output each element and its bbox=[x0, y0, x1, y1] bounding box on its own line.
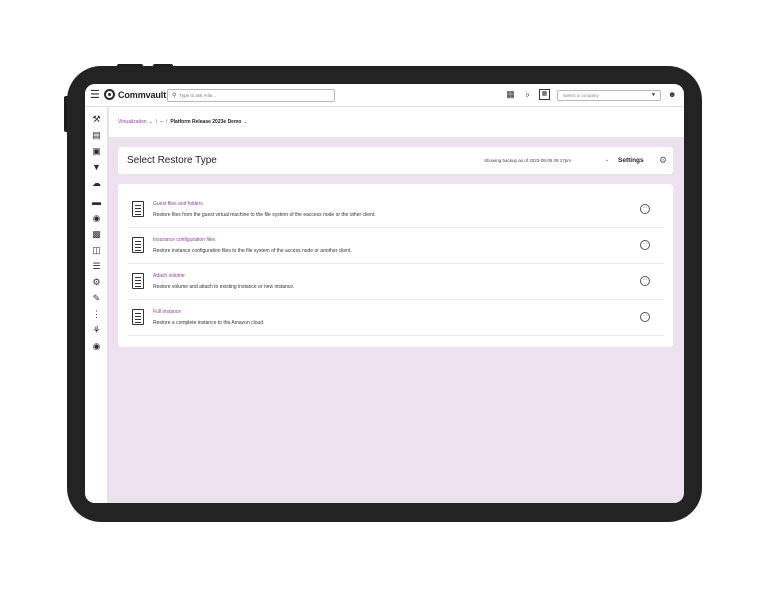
more-icon[interactable]: ⋯ bbox=[640, 312, 650, 322]
hamburger-icon[interactable]: ☰ bbox=[90, 89, 100, 101]
storage-icon[interactable]: ▣ bbox=[90, 145, 103, 157]
calculator-icon[interactable]: ▦ bbox=[505, 89, 516, 100]
brand-name: Commvault bbox=[118, 89, 167, 100]
search-input[interactable] bbox=[179, 93, 320, 98]
apps-icon[interactable]: ⋮ bbox=[90, 308, 103, 320]
document-icon bbox=[129, 237, 144, 259]
chevron-down-icon[interactable]: ⌄ bbox=[243, 119, 247, 125]
globe-icon[interactable]: ◉ bbox=[90, 212, 103, 224]
breadcrumb-separator: / bbox=[155, 119, 158, 125]
more-icon[interactable]: ⋯ bbox=[640, 204, 650, 214]
left-nav: ⚒ ▤ ▣ ▼ ☁ ▬ ◉ ▩ ◫ ☰ ⚙ ✎ ⋮ ⚘ ◉ bbox=[85, 107, 108, 503]
tools-icon[interactable]: ⚒ bbox=[90, 113, 103, 125]
monitor-icon[interactable]: ▩ bbox=[90, 228, 103, 240]
restore-options: Guest files and folders Restore files fr… bbox=[118, 184, 673, 347]
cloud-icon[interactable]: ☁ bbox=[90, 177, 103, 189]
restore-option-config-files[interactable]: Insurance configuration files Restore in… bbox=[128, 228, 664, 264]
option-description: Restore instance configuration files to … bbox=[153, 248, 352, 254]
gear-icon[interactable]: ⚙ bbox=[659, 154, 667, 166]
restore-option-guest-files[interactable]: Guest files and folders Restore files fr… bbox=[128, 192, 664, 228]
breadcrumb-current: Platform Release 2023e Demo bbox=[170, 119, 242, 125]
backup-time-select[interactable]: Showing backup as of 2023-08-05 09:17pm bbox=[484, 158, 571, 163]
bell-icon[interactable]: ♭ bbox=[522, 89, 533, 100]
chevron-down-icon[interactable]: ⌄ bbox=[149, 119, 153, 125]
option-title[interactable]: Attach volume bbox=[153, 273, 185, 279]
dashboard-icon[interactable]: ▤ bbox=[90, 129, 103, 141]
commvault-icon[interactable]: ◉ bbox=[90, 340, 103, 352]
option-description: Restore volume and attach to existing in… bbox=[153, 284, 295, 290]
briefcase-icon[interactable]: ▬ bbox=[90, 196, 103, 208]
option-title[interactable]: Guest files and folders bbox=[153, 201, 203, 207]
breadcrumb-separator: / bbox=[165, 119, 168, 125]
more-icon[interactable]: ⋯ bbox=[640, 240, 650, 250]
option-description: Restore a complete instance to the Amazo… bbox=[153, 320, 265, 326]
option-description: Restore files from the guest virtual mac… bbox=[153, 212, 376, 218]
database-icon[interactable]: ◫ bbox=[90, 244, 103, 256]
settings-icon[interactable]: ⚘ bbox=[90, 324, 103, 336]
app-screen: ☰ Commvault ⚲ ▦ ♭ ▦ Select a company ▼ ☻… bbox=[85, 84, 684, 503]
restore-option-attach-volume[interactable]: Attach volume Restore volume and attach … bbox=[128, 264, 664, 300]
company-select-value: Select a company bbox=[563, 93, 599, 98]
breadcrumb-middle[interactable]: – bbox=[160, 119, 163, 125]
chevron-down-icon[interactable]: ⌄ bbox=[605, 157, 609, 163]
sliders-icon[interactable]: ☰ bbox=[90, 260, 103, 272]
shield-icon[interactable]: ▼ bbox=[90, 161, 103, 173]
document-icon bbox=[129, 201, 144, 223]
option-title[interactable]: Insurance configuration files bbox=[153, 237, 215, 243]
user-icon[interactable]: ☻ bbox=[668, 90, 676, 100]
option-title[interactable]: Full instance bbox=[153, 309, 181, 315]
settings-button[interactable]: Settings bbox=[618, 155, 644, 166]
edit-icon[interactable]: ✎ bbox=[90, 292, 103, 304]
document-icon bbox=[129, 309, 144, 331]
restore-header: Select Restore Type Showing backup as of… bbox=[118, 147, 673, 174]
breadcrumb-virtualization[interactable]: Virtualization bbox=[118, 119, 147, 125]
grid-icon[interactable]: ▦ bbox=[539, 89, 550, 100]
breadcrumb: Virtualization ⌄ / – / Platform Release … bbox=[109, 107, 684, 137]
restore-option-full-instance[interactable]: Full instance Restore a complete instanc… bbox=[128, 300, 664, 336]
gear-icon[interactable]: ⚙ bbox=[90, 276, 103, 288]
more-icon[interactable]: ⋯ bbox=[640, 276, 650, 286]
top-bar: ☰ Commvault ⚲ ▦ ♭ ▦ Select a company ▼ ☻ bbox=[85, 84, 684, 107]
commvault-logo-icon bbox=[104, 89, 115, 100]
search-icon: ⚲ bbox=[172, 93, 177, 99]
company-select[interactable]: Select a company ▼ bbox=[557, 90, 661, 101]
brand[interactable]: Commvault bbox=[104, 89, 166, 100]
document-icon bbox=[129, 273, 144, 295]
chevron-down-icon: ▼ bbox=[651, 92, 656, 98]
page-title: Select Restore Type bbox=[127, 155, 217, 166]
search-box[interactable]: ⚲ bbox=[167, 89, 335, 102]
